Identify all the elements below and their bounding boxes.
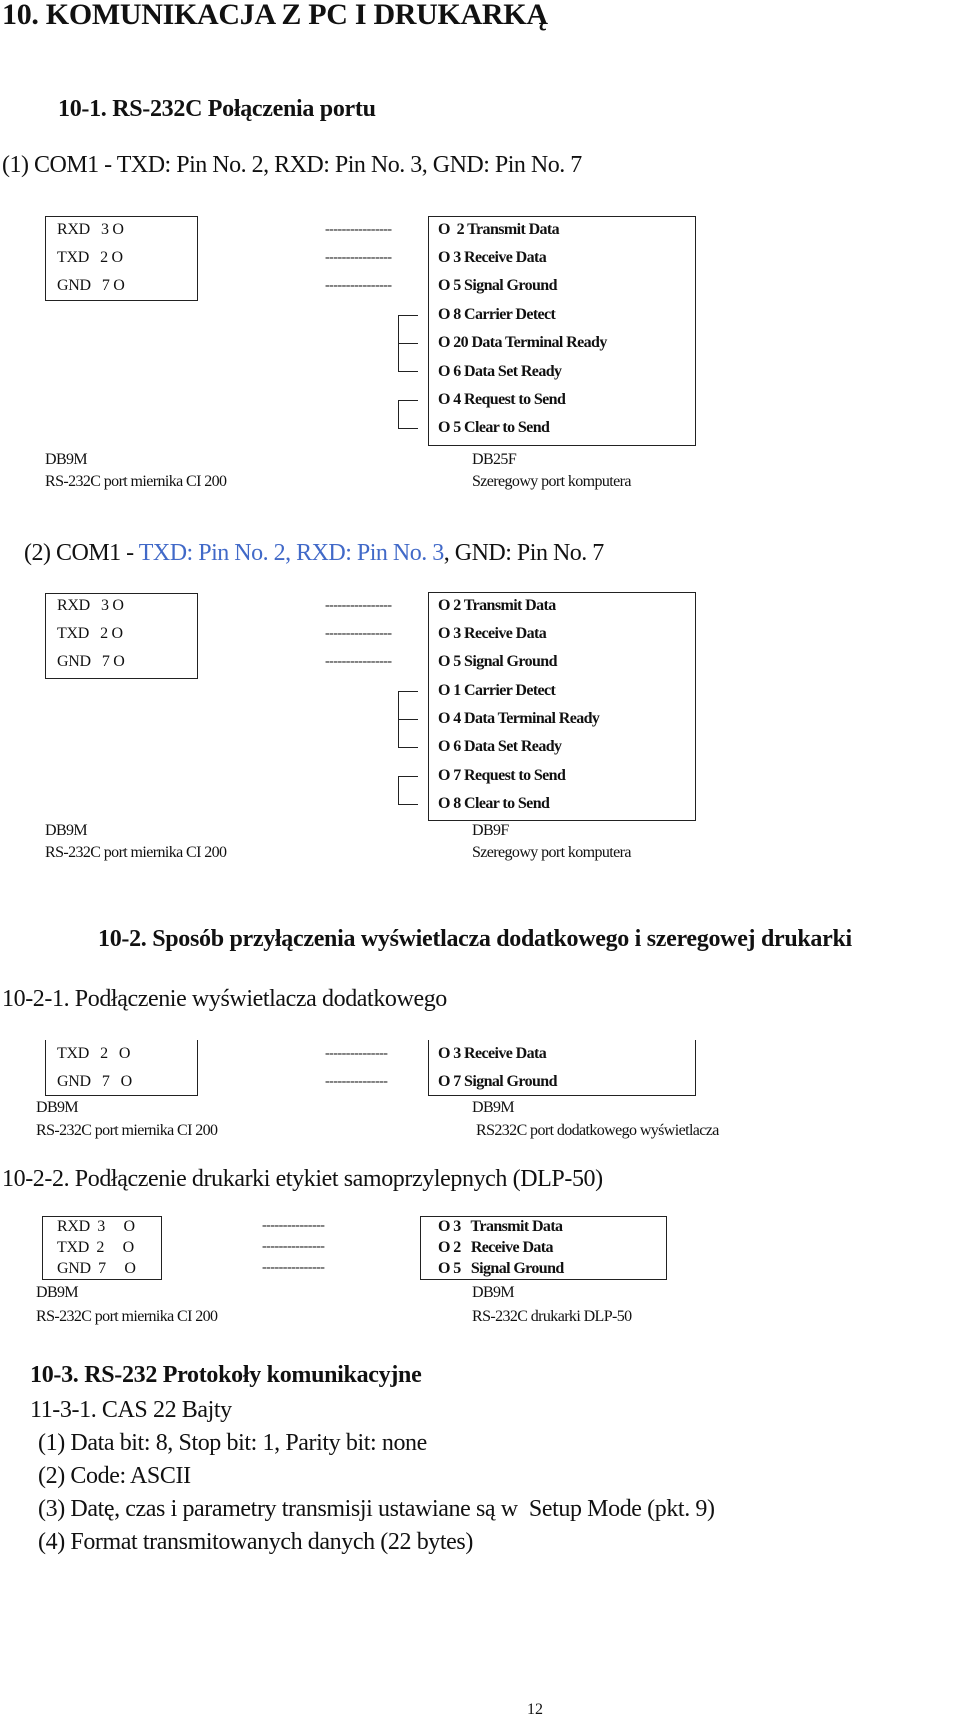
diagram4-wire: --------------- [262,1218,325,1233]
diagram2-left-connector: DB9M [45,822,88,839]
diagram2-wire: ---------------- [325,654,392,669]
diagram2-right-pin: O 6 Data Set Ready [438,738,562,755]
diagram4-right-pin: O 2 Receive Data [438,1239,554,1256]
diagram1-right-pin: O 4 Request to Send [438,391,566,408]
diagram2-caption: (2) COM1 - TXD: Pin No. 2, RXD: Pin No. … [24,540,604,567]
diagram2-right-pin: O 1 Carrier Detect [438,682,556,699]
diagram4-left-pin: RXD 3 O [57,1218,135,1235]
page-title: 10. KOMUNIKACJA Z PC I DRUKARKĄ [2,0,548,31]
section-10-1-heading: 10-1. RS-232C Połączenia portu [58,96,376,122]
diagram2-right-pin: O 4 Data Terminal Ready [438,710,600,727]
diagram2-wire: ---------------- [325,598,392,613]
protocol-item: (2) Code: ASCII [38,1463,191,1489]
diagram4-right-pin: O 5 Signal Ground [438,1260,564,1277]
diagram4-wire: --------------- [262,1260,325,1275]
diagram1-left-pin: RXD 3 O [57,221,124,238]
diagram4-left-pin: TXD 2 O [57,1239,134,1256]
diagram1-right-pin: O 2 Transmit Data [438,221,560,238]
section-10-2-heading: 10-2. Sposób przyłączenia wyświetlacza d… [98,926,852,952]
diagram1-wire: ---------------- [325,250,392,265]
caption-highlight: TXD: Pin No. 2, RXD: Pin No. 3 [138,540,445,566]
diagram2-right-pin: O 7 Request to Send [438,767,566,784]
caption-prefix: (2) COM1 - [24,540,139,566]
diagram1-right-pin: O 5 Clear to Send [438,419,550,436]
diagram2-right-pin: O 5 Signal Ground [438,653,557,670]
diagram2-left-pin: RXD 3 O [57,597,124,614]
caption-suffix: , GND: Pin No. 7 [443,540,605,566]
diagram3-wire: --------------- [325,1046,388,1061]
protocol-item: (4) Format transmitowanych danych (22 by… [38,1529,473,1555]
diagram4-wire: --------------- [262,1239,325,1254]
diagram4-left-pin: GND 7 O [57,1260,136,1277]
diagram1-right-pin: O 8 Carrier Detect [438,306,556,323]
diagram3-wire: --------------- [325,1074,388,1089]
diagram1-left-desc: RS-232C port miernika CI 200 [45,473,227,490]
diagram1-wire: ---------------- [325,278,392,293]
diagram2-right-desc: Szeregowy port komputera [472,844,631,861]
diagram1-right-pin: O 6 Data Set Ready [438,363,562,380]
diagram3-left-desc: RS-232C port miernika CI 200 [36,1122,218,1139]
diagram1-left-connector: DB9M [45,451,88,468]
diagram3-left-pin: GND 7 O [57,1073,132,1090]
diagram1-right-pin: O 20 Data Terminal Ready [438,334,607,351]
diagram1-right-pin: O 5 Signal Ground [438,277,557,294]
section-10-2-1-heading: 10-2-1. Podłączenie wyświetlacza dodatko… [2,986,447,1012]
section-10-2-2-heading: 10-2-2. Podłączenie drukarki etykiet sam… [2,1166,603,1192]
diagram4-right-connector: DB9M [472,1284,515,1301]
diagram3-right-desc: RS232C port dodatkowego wyświetlacza [476,1122,719,1139]
diagram3-left-connector: DB9M [36,1099,79,1116]
section-10-3-heading: 10-3. RS-232 Protokoły komunikacyjne [30,1362,422,1388]
diagram1-caption: (1) COM1 - TXD: Pin No. 2, RXD: Pin No. … [2,152,582,178]
diagram2-right-pin: O 3 Receive Data [438,625,547,642]
diagram2-right-connector: DB9F [472,822,509,839]
diagram3-right-pin: O 3 Receive Data [438,1045,547,1062]
diagram1-right-connector: DB25F [472,451,517,468]
diagram3-left-pin: TXD 2 O [57,1045,131,1062]
diagram4-right-desc: RS-232C drukarki DLP-50 [472,1308,632,1325]
diagram2-left-pin: TXD 2 O [57,625,123,642]
diagram2-wire: ---------------- [325,626,392,641]
diagram1-right-pin: O 3 Receive Data [438,249,547,266]
diagram2-left-desc: RS-232C port miernika CI 200 [45,844,227,861]
diagram2-left-pin: GND 7 O [57,653,125,670]
diagram1-wire: ---------------- [325,222,392,237]
diagram4-right-pin: O 3 Transmit Data [438,1218,563,1235]
protocol-item: (3) Datę, czas i parametry transmisji us… [38,1496,715,1522]
diagram3-right-connector: DB9M [472,1099,515,1116]
diagram3-right-pin: O 7 Signal Ground [438,1073,557,1090]
diagram4-left-desc: RS-232C port miernika CI 200 [36,1308,218,1325]
protocol-item: (1) Data bit: 8, Stop bit: 1, Parity bit… [38,1430,427,1456]
diagram1-right-desc: Szeregowy port komputera [472,473,631,490]
diagram4-left-connector: DB9M [36,1284,79,1301]
page-number: 12 [527,1701,543,1718]
diagram1-left-pin: GND 7 O [57,277,125,294]
section-11-3-1-heading: 11-3-1. CAS 22 Bajty [30,1397,232,1423]
diagram1-left-pin: TXD 2 O [57,249,123,266]
diagram2-right-pin: O 8 Clear to Send [438,795,550,812]
diagram2-right-pin: O 2 Transmit Data [438,597,556,614]
